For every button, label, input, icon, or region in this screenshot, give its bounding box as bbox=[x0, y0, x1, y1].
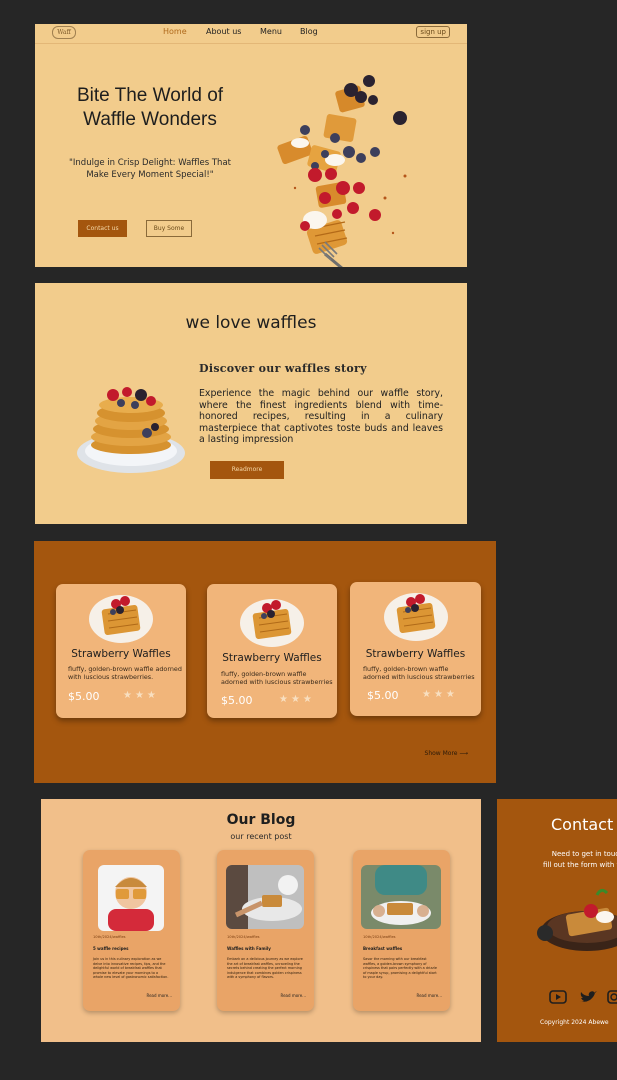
blog-post-text: Savor the morning with our breakfast waf… bbox=[363, 957, 437, 980]
about-section: we love waffles Discover our waffles sto… bbox=[35, 283, 467, 524]
blog-post-card[interactable]: 10th/2024/waffles Breakfast waffles Savo… bbox=[353, 850, 450, 1011]
instagram-icon[interactable] bbox=[607, 989, 617, 1008]
product-description-line2: with luscious strawberries. bbox=[68, 673, 154, 681]
contact-text-line2: fill out the form with your bbox=[543, 861, 617, 869]
brand-logo[interactable]: Waff bbox=[52, 26, 76, 39]
product-price: $5.00 bbox=[367, 689, 399, 702]
hero-section: Waff Home About us Menu Blog sign up Bit… bbox=[35, 24, 467, 267]
youtube-icon[interactable] bbox=[549, 989, 567, 1008]
product-description-line1: fluffy, golden-brown waffle bbox=[221, 670, 307, 678]
blog-post-date: 10th/2024/waffles bbox=[227, 935, 260, 939]
star-rating-icon: ★★★ bbox=[123, 690, 159, 701]
flying-waffle-image bbox=[277, 75, 407, 267]
top-nav: Waff Home About us Menu Blog sign up bbox=[35, 24, 467, 42]
blog-title: Our Blog bbox=[226, 812, 296, 828]
product-price: $5.00 bbox=[221, 694, 253, 707]
blog-post-title: Breakfast waffles bbox=[363, 946, 403, 951]
product-name: Strawberry Waffles bbox=[365, 648, 466, 660]
blog-post-card[interactable]: 10th/2024/waffles 5 waffle recipes Join … bbox=[83, 850, 180, 1011]
blog-subtitle: our recent post bbox=[230, 832, 292, 841]
hero-subtitle: "Indulge in Crisp Delight: Waffles That … bbox=[55, 157, 245, 181]
buy-some-button[interactable]: Buy Some bbox=[146, 220, 192, 237]
about-heading: Discover our waffles story bbox=[199, 362, 367, 375]
hero-title: Bite The World of Waffle Wonders bbox=[55, 84, 245, 132]
contact-waffle-image bbox=[537, 888, 617, 951]
read-more-button[interactable]: Readmore bbox=[210, 461, 284, 479]
show-more-link[interactable]: Show More ⟶ bbox=[425, 750, 468, 757]
product-card[interactable]: Strawberry Waffles fluffy, golden-brown … bbox=[350, 582, 481, 716]
contact-text: Need to get in touch fill out the form w… bbox=[543, 849, 617, 871]
nav-about-us[interactable]: About us bbox=[206, 27, 241, 36]
blog-post-date: 10th/2024/waffles bbox=[93, 935, 126, 939]
read-more-link[interactable]: Read more... bbox=[147, 993, 173, 998]
product-name: Strawberry Waffles bbox=[222, 652, 322, 664]
contact-section: Contact Us Need to get in touch fill out… bbox=[497, 799, 617, 1042]
product-card[interactable]: Strawberry Waffles fluffy, golden-brown … bbox=[207, 584, 337, 718]
waffle-plate-image bbox=[384, 593, 448, 641]
contact-text-line1: Need to get in touch bbox=[551, 850, 617, 858]
waffle-stack-image bbox=[77, 387, 185, 473]
blog-post-text: Join us in this culinary exploration as … bbox=[93, 957, 169, 980]
hero-title-line2: Waffle Wonders bbox=[83, 109, 217, 130]
star-rating-icon: ★★★ bbox=[422, 689, 458, 700]
hero-subtitle-line2: Make Every Moment Special!" bbox=[86, 170, 214, 180]
blog-section: Our Blog our recent post 10th/2024/waffl… bbox=[41, 799, 481, 1042]
product-name: Strawberry Waffles bbox=[71, 648, 171, 660]
nav-menu[interactable]: Menu bbox=[260, 27, 282, 36]
waffle-plate-image bbox=[89, 595, 153, 643]
product-card[interactable]: Strawberry Waffles fluffy, golden-brown … bbox=[56, 584, 186, 718]
nav-blog[interactable]: Blog bbox=[300, 27, 318, 36]
blog-post-card[interactable]: 10th/2024/waffles Waffles with Family Em… bbox=[217, 850, 314, 1011]
product-price: $5.00 bbox=[68, 690, 100, 703]
star-rating-icon: ★★★ bbox=[279, 694, 315, 705]
twitter-icon[interactable] bbox=[579, 989, 597, 1008]
blog-post-text: Embark on a delicious journey as we expl… bbox=[227, 957, 303, 980]
hero-title-line1: Bite The World of bbox=[76, 85, 224, 106]
copyright-text: Copyright 2024 Abewe bbox=[540, 1019, 609, 1026]
contact-title: Contact Us bbox=[551, 815, 617, 834]
blog-post-title: Waffles with Family bbox=[227, 946, 271, 951]
products-section: Strawberry Waffles fluffy, golden-brown … bbox=[34, 541, 496, 783]
about-text: Experience the magic behind our waffle s… bbox=[199, 388, 443, 446]
nav-home[interactable]: Home bbox=[163, 27, 187, 36]
blog-post-title: 5 waffle recipes bbox=[93, 946, 129, 951]
product-description-line1: fluffy, golden-brown waffle bbox=[363, 665, 449, 673]
waffle-plate-image bbox=[240, 599, 304, 647]
hero-subtitle-line1: "Indulge in Crisp Delight: Waffles That bbox=[69, 158, 231, 168]
blog-post-image bbox=[361, 865, 441, 929]
product-description: fluffy, golden-brown waffle adorned with… bbox=[221, 670, 333, 686]
read-more-link[interactable]: Read more... bbox=[417, 993, 443, 998]
product-description-line1: fluffy, golden-brown waffle adorned bbox=[68, 665, 182, 673]
contact-us-button[interactable]: Contact us bbox=[78, 220, 127, 237]
blog-post-image bbox=[98, 865, 164, 931]
read-more-link[interactable]: Read more... bbox=[281, 993, 307, 998]
product-description-line2: adorned with luscious strawberries bbox=[363, 673, 475, 681]
product-description: fluffy, golden-brown waffle adorned with… bbox=[363, 665, 475, 681]
blog-post-date: 10th/2024/waffles bbox=[363, 935, 396, 939]
nav-divider bbox=[35, 43, 467, 44]
product-description: fluffy, golden-brown waffle adorned with… bbox=[68, 665, 182, 681]
about-title: we love waffles bbox=[185, 313, 317, 333]
blog-post-image bbox=[226, 865, 304, 929]
product-description-line2: adorned with luscious strawberries bbox=[221, 678, 333, 686]
sign-up-button[interactable]: sign up bbox=[416, 26, 450, 38]
